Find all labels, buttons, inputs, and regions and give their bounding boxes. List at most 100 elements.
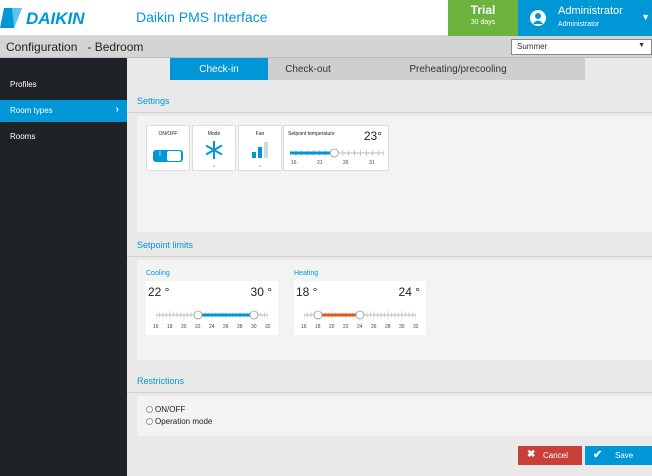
tab-label: Check-out [285, 64, 331, 75]
cooling-card: 22 ° 30 ° 16 18 20 22 24 26 28 30 32 [146, 281, 278, 335]
divider [127, 256, 652, 257]
sidebar: Profiles Room types › Rooms [0, 58, 127, 476]
check-icon: ✔ [593, 449, 603, 461]
tick-label: 18 [315, 324, 321, 330]
setpoint-limits-title: Setpoint limits [137, 240, 194, 250]
tab-label: Preheating/precooling [409, 64, 507, 75]
user-role: Administrator [558, 21, 600, 28]
slider-min-handle [313, 310, 323, 320]
onoff-checkbox-label: ON/OFF [155, 405, 186, 414]
setpoint-value: 23° [363, 129, 382, 143]
tick-label: 31 [369, 160, 375, 166]
onoff-tile: ON/OFF I [146, 125, 190, 171]
save-label: Save [615, 451, 634, 460]
chevron-down-icon: ▼ [638, 42, 645, 49]
logo-text: DAIKIN [26, 9, 85, 28]
tick-label: 30 [251, 324, 257, 330]
tick-label: 26 [371, 324, 377, 330]
slider-min-handle [193, 310, 203, 320]
tab-bar: Check-in Check-out Preheating/precooling [170, 58, 585, 80]
tick-label: 18 [167, 324, 173, 330]
top-bar: DAIKIN Daikin PMS Interface Trial 30 day… [0, 0, 652, 36]
user-icon [530, 10, 546, 26]
restrictions-panel [137, 396, 652, 436]
mode-label: Mode [207, 131, 221, 137]
heating-range-slider[interactable] [304, 307, 416, 323]
slider-max-handle [355, 310, 365, 320]
tick-label: 20 [329, 324, 335, 330]
tick-label: 21 [317, 160, 323, 166]
trial-title: Trial [470, 3, 496, 17]
operation-mode-checkbox-label: Operation mode [155, 417, 213, 426]
chevron-down-icon: ⌄ [211, 162, 217, 169]
chevron-down-icon: ⌄ [257, 162, 263, 169]
tab-check-in[interactable]: Check-in [170, 58, 268, 80]
setpoint-ticks: 16 21 26 31 [284, 160, 390, 168]
sidebar-item-profiles[interactable]: Profiles [0, 74, 127, 96]
divider [127, 112, 652, 113]
tick-label: 30 [399, 324, 405, 330]
daikin-logo: DAIKIN [0, 4, 128, 32]
heating-min: 18 ° [296, 285, 318, 299]
fan-label: Fan [255, 131, 265, 137]
cancel-label: Cancel [543, 451, 568, 460]
fan-tile[interactable]: Fan ⌄ [238, 125, 282, 171]
tab-label: Check-in [199, 64, 239, 75]
cooling-max: 30 ° [250, 285, 272, 299]
cooling-range-slider[interactable] [156, 307, 268, 323]
tick-label: 22 [343, 324, 349, 330]
setpoint-slider[interactable] [290, 146, 384, 160]
operation-mode-checkbox[interactable] [146, 418, 153, 425]
restrictions-title: Restrictions [137, 376, 185, 386]
slider-fill [290, 151, 335, 155]
app-title: Daikin PMS Interface [136, 9, 268, 25]
tick-label: 22 [195, 324, 201, 330]
mode-tile[interactable]: Mode ⌄ [192, 125, 236, 171]
slider-handle [329, 148, 339, 158]
toggle-knob [167, 151, 181, 161]
sidebar-item-label: Rooms [10, 132, 36, 141]
tick-label: 20 [181, 324, 187, 330]
tick-label: 32 [413, 324, 419, 330]
caret-down-icon: ▼ [641, 12, 650, 22]
tab-check-out[interactable]: Check-out [268, 58, 348, 80]
onoff-label: ON/OFF [158, 131, 178, 137]
settings-title: Settings [137, 96, 170, 106]
heating-ticks: 16 18 20 22 24 26 28 30 32 [294, 324, 426, 332]
tick-label: 26 [223, 324, 229, 330]
cooling-label: Cooling [146, 270, 170, 277]
user-name: Administrator [558, 5, 623, 17]
tick-label: 24 [357, 324, 363, 330]
cooling-ticks: 16 18 20 22 24 26 28 30 32 [146, 324, 278, 332]
tick-label: 28 [237, 324, 243, 330]
close-icon: ✖ [527, 449, 536, 460]
tick-label: 26 [343, 160, 349, 166]
tick-label: 16 [301, 324, 307, 330]
trial-days: 30 days [470, 19, 496, 26]
tick-label: 32 [265, 324, 271, 330]
season-select[interactable]: Summer ▼ [511, 39, 652, 55]
tab-preheating[interactable]: Preheating/precooling [348, 58, 568, 80]
cancel-button[interactable]: ✖ Cancel [518, 446, 582, 465]
heating-card: 18 ° 24 ° 16 18 20 22 24 26 28 30 32 [294, 281, 426, 335]
onoff-checkbox[interactable] [146, 406, 153, 413]
tick-label: 16 [153, 324, 159, 330]
chevron-right-icon: › [115, 104, 119, 115]
season-value: Summer [517, 42, 548, 51]
slider-fill [198, 313, 254, 317]
sidebar-item-label: Room types [10, 106, 53, 115]
sidebar-item-room-types[interactable]: Room types › [0, 100, 127, 122]
sub-header: Configuration - Bedroom Summer ▼ [0, 36, 652, 58]
onoff-toggle[interactable]: I [153, 150, 183, 162]
trial-badge: Trial 30 days [448, 0, 518, 36]
tick-label: 28 [385, 324, 391, 330]
divider [127, 392, 652, 393]
user-menu[interactable]: Administrator Administrator ▼ [518, 0, 652, 36]
breadcrumb: Configuration - Bedroom [6, 40, 144, 54]
slider-max-handle [249, 310, 259, 320]
setpoint-tile: Setpoint temperature 23° 16 21 26 31 [283, 125, 389, 171]
save-button[interactable]: ✔ Save [585, 446, 652, 465]
setpoint-label: Setpoint temperature [288, 131, 335, 137]
sidebar-item-rooms[interactable]: Rooms [0, 126, 127, 148]
heating-label: Heating [294, 270, 319, 277]
